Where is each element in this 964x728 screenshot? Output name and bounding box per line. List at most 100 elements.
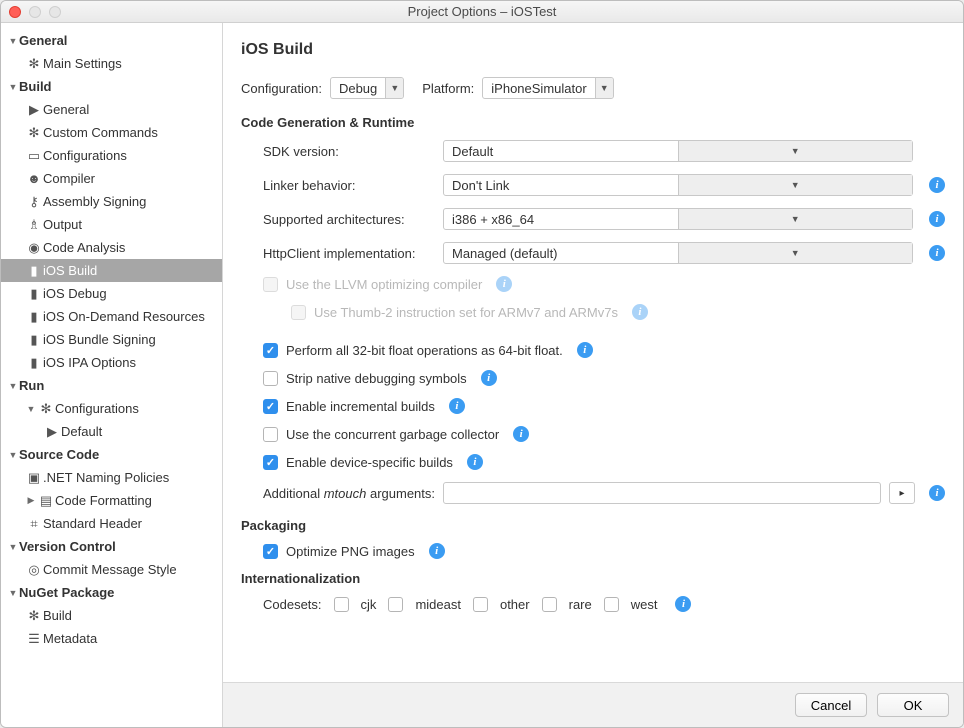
sidebar-item-run-configurations[interactable]: ▼ ✻ Configurations [1, 397, 222, 420]
sidebar-item-main-settings[interactable]: ✻ Main Settings [1, 52, 222, 75]
mtouch-args-input[interactable] [443, 482, 881, 504]
configuration-select[interactable]: Debug ▼ [330, 77, 404, 99]
sidebar-item-ios-build[interactable]: ▮ iOS Build [1, 259, 222, 282]
sidebar-item-nuget-build[interactable]: ✻ Build [1, 604, 222, 627]
cjk-checkbox[interactable] [334, 597, 349, 612]
linker-select[interactable]: Don't Link ▼ [443, 174, 913, 196]
sdk-value: Default [444, 141, 678, 161]
info-icon[interactable]: i [467, 454, 483, 470]
row-mtouch-args: Additional mtouch arguments: ▸ i [263, 482, 945, 504]
robot-icon: ☻ [25, 171, 43, 186]
section-i18n: Internationalization [241, 571, 945, 586]
row-optimize-png: Optimize PNG images i [263, 543, 945, 559]
info-icon[interactable]: i [632, 304, 648, 320]
mtouch-args-menu-button[interactable]: ▸ [889, 482, 915, 504]
sidebar-item-assembly-signing[interactable]: ⚷ Assembly Signing [1, 190, 222, 213]
info-icon[interactable]: i [481, 370, 497, 386]
other-checkbox[interactable] [473, 597, 488, 612]
device-specific-checkbox[interactable] [263, 455, 278, 470]
arch-select[interactable]: i386 + x86_64 ▼ [443, 208, 913, 230]
sidebar-item-code-formatting[interactable]: ▶ ▤ Code Formatting [1, 489, 222, 512]
info-icon[interactable]: i [929, 245, 945, 261]
sidebar-item-configurations[interactable]: ▭ Configurations [1, 144, 222, 167]
optimize-png-checkbox[interactable] [263, 544, 278, 559]
flask-icon: ♗ [25, 217, 43, 233]
device-icon: ▮ [25, 309, 43, 325]
info-icon[interactable]: i [929, 485, 945, 501]
sidebar-item-ios-bundle-signing[interactable]: ▮ iOS Bundle Signing [1, 328, 222, 351]
rare-checkbox[interactable] [542, 597, 557, 612]
sidebar-section-source[interactable]: ▼ Source Code [1, 443, 222, 466]
sidebar-item-custom-commands[interactable]: ✻ Custom Commands [1, 121, 222, 144]
device-specific-label: Enable device-specific builds [286, 455, 453, 470]
device-icon: ▮ [25, 286, 43, 302]
httpclient-label: HttpClient implementation: [263, 246, 433, 261]
sidebar-item-nuget-metadata[interactable]: ☰ Metadata [1, 627, 222, 650]
platform-value: iPhoneSimulator [483, 78, 594, 98]
row-thumb: Use Thumb-2 instruction set for ARMv7 an… [291, 304, 945, 320]
info-icon[interactable]: i [577, 342, 593, 358]
mideast-checkbox[interactable] [388, 597, 403, 612]
thumb-checkbox [291, 305, 306, 320]
box-icon: ▭ [25, 148, 43, 164]
cancel-button[interactable]: Cancel [795, 693, 867, 717]
chevron-down-icon: ▼ [678, 141, 913, 161]
info-icon[interactable]: i [929, 211, 945, 227]
concurrent-gc-label: Use the concurrent garbage collector [286, 427, 499, 442]
info-icon[interactable]: i [496, 276, 512, 292]
main-scroll: iOS Build Configuration: Debug ▼ Platfor… [223, 23, 963, 682]
sidebar-section-nuget[interactable]: ▼ NuGet Package [1, 581, 222, 604]
gear-icon: ✻ [25, 608, 43, 624]
layout-icon: ▤ [37, 493, 55, 509]
sidebar-item-run-default[interactable]: ▶ Default [1, 420, 222, 443]
info-icon[interactable]: i [429, 543, 445, 559]
play-icon: ▶ [25, 102, 43, 118]
float32-checkbox[interactable] [263, 343, 278, 358]
rare-label: rare [569, 597, 592, 612]
chevron-down-icon: ▼ [678, 175, 913, 195]
info-icon[interactable]: i [449, 398, 465, 414]
info-icon[interactable]: i [929, 177, 945, 193]
sidebar-item-naming-policies[interactable]: ▣ .NET Naming Policies [1, 466, 222, 489]
row-device-specific: Enable device-specific builds i [263, 454, 945, 470]
chevron-down-icon: ▼ [595, 78, 613, 98]
httpclient-select[interactable]: Managed (default) ▼ [443, 242, 913, 264]
project-options-window: Project Options – iOSTest ▼ General ✻ Ma… [0, 0, 964, 728]
sidebar-section-build[interactable]: ▼ Build [1, 75, 222, 98]
arch-label: Supported architectures: [263, 212, 433, 227]
sidebar-item-compiler[interactable]: ☻ Compiler [1, 167, 222, 190]
info-icon[interactable]: i [513, 426, 529, 442]
main-panel: iOS Build Configuration: Debug ▼ Platfor… [223, 23, 963, 727]
sidebar-section-general[interactable]: ▼ General [1, 29, 222, 52]
info-icon[interactable]: i [675, 596, 691, 612]
sidebar-item-code-analysis[interactable]: ◉ Code Analysis [1, 236, 222, 259]
ok-button[interactable]: OK [877, 693, 949, 717]
strip-checkbox[interactable] [263, 371, 278, 386]
concurrent-gc-checkbox[interactable] [263, 427, 278, 442]
sdk-select[interactable]: Default ▼ [443, 140, 913, 162]
sidebar-section-vcs[interactable]: ▼ Version Control [1, 535, 222, 558]
sidebar-item-standard-header[interactable]: ⌗ Standard Header [1, 512, 222, 535]
incremental-checkbox[interactable] [263, 399, 278, 414]
sidebar-item-output[interactable]: ♗ Output [1, 213, 222, 236]
sidebar-item-build-general[interactable]: ▶ General [1, 98, 222, 121]
west-label: west [631, 597, 658, 612]
window-body: ▼ General ✻ Main Settings ▼ Build ▶ Gene… [1, 23, 963, 727]
llvm-checkbox [263, 277, 278, 292]
platform-select[interactable]: iPhoneSimulator ▼ [482, 77, 613, 99]
cjk-label: cjk [361, 597, 377, 612]
mtouch-args-label: Additional mtouch arguments: [263, 486, 435, 501]
west-checkbox[interactable] [604, 597, 619, 612]
thumb-label: Use Thumb-2 instruction set for ARMv7 an… [314, 305, 618, 320]
device-icon: ▮ [25, 355, 43, 371]
row-concurrent-gc: Use the concurrent garbage collector i [263, 426, 945, 442]
sidebar-item-ios-ipa[interactable]: ▮ iOS IPA Options [1, 351, 222, 374]
sidebar-section-run[interactable]: ▼ Run [1, 374, 222, 397]
key-icon: ⚷ [25, 194, 43, 210]
sidebar-item-commit-style[interactable]: ◎ Commit Message Style [1, 558, 222, 581]
sidebar-item-ios-on-demand[interactable]: ▮ iOS On-Demand Resources [1, 305, 222, 328]
codegen-form: SDK version: Default ▼ Linker behavior: … [263, 140, 945, 264]
target-icon: ◉ [25, 240, 43, 256]
configuration-label: Configuration: [241, 81, 322, 96]
sidebar-item-ios-debug[interactable]: ▮ iOS Debug [1, 282, 222, 305]
